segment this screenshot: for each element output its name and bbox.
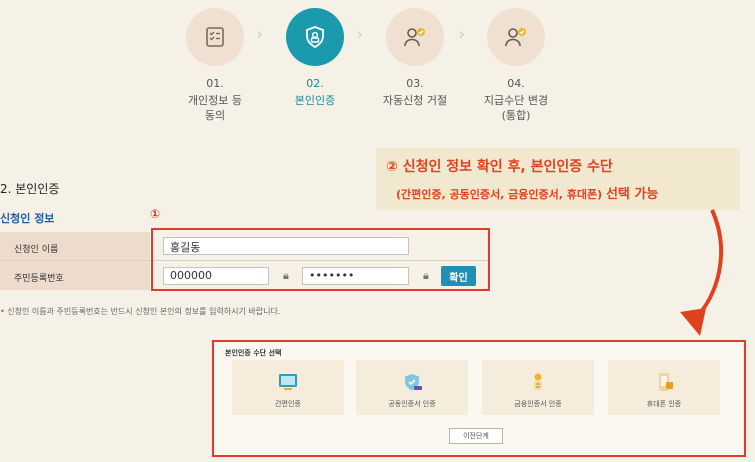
rrn-label: 주민등록번호 [14, 274, 64, 284]
step-3-number: 03. [406, 77, 424, 90]
marker-one: ① [150, 207, 161, 221]
callout-line-2: (간편인증, 공동인증서, 금융인증서, 휴대폰) 선택 가능 [396, 187, 659, 202]
callout-line-1: ② 신청인 정보 확인 후, 본인인증 수단 [386, 159, 613, 175]
arrow-down-icon [680, 209, 724, 336]
step-2-label: 본인인증 [294, 94, 336, 107]
applicant-name-label: 신청인 이름 [14, 245, 59, 255]
step-4-number: 04. [507, 77, 525, 90]
step-1-label: 개인정보 등 동의 [187, 94, 243, 122]
user-check-icon [404, 28, 425, 47]
step-2-number: 02. [306, 77, 324, 90]
applicant-info-title: 신청인 정보 [0, 212, 55, 225]
step-3-circle [386, 8, 444, 66]
notice-text: • 신청인 이름과 주민등록번호는 반드시 신청인 본인의 정보를 입력하시기 … [0, 307, 281, 316]
highlight-box-form [151, 228, 490, 291]
user-check-icon [505, 28, 526, 47]
chevron-right-icon: › [458, 24, 466, 45]
chevron-right-icon: › [356, 24, 364, 45]
step-4-circle [487, 8, 545, 66]
step-2-circle [286, 8, 344, 66]
shield-user-icon [306, 26, 324, 49]
highlight-box-methods [212, 340, 746, 457]
step-1-number: 01. [206, 77, 224, 90]
section-title: 2. 본인인증 [0, 182, 60, 196]
chevron-right-icon: › [256, 24, 264, 45]
checklist-icon [206, 27, 224, 47]
step-3-label: 자동신청 거절 [382, 94, 448, 107]
step-1-circle [186, 8, 244, 66]
step-4-label: 지급수단 변경 (통합) [483, 94, 549, 122]
